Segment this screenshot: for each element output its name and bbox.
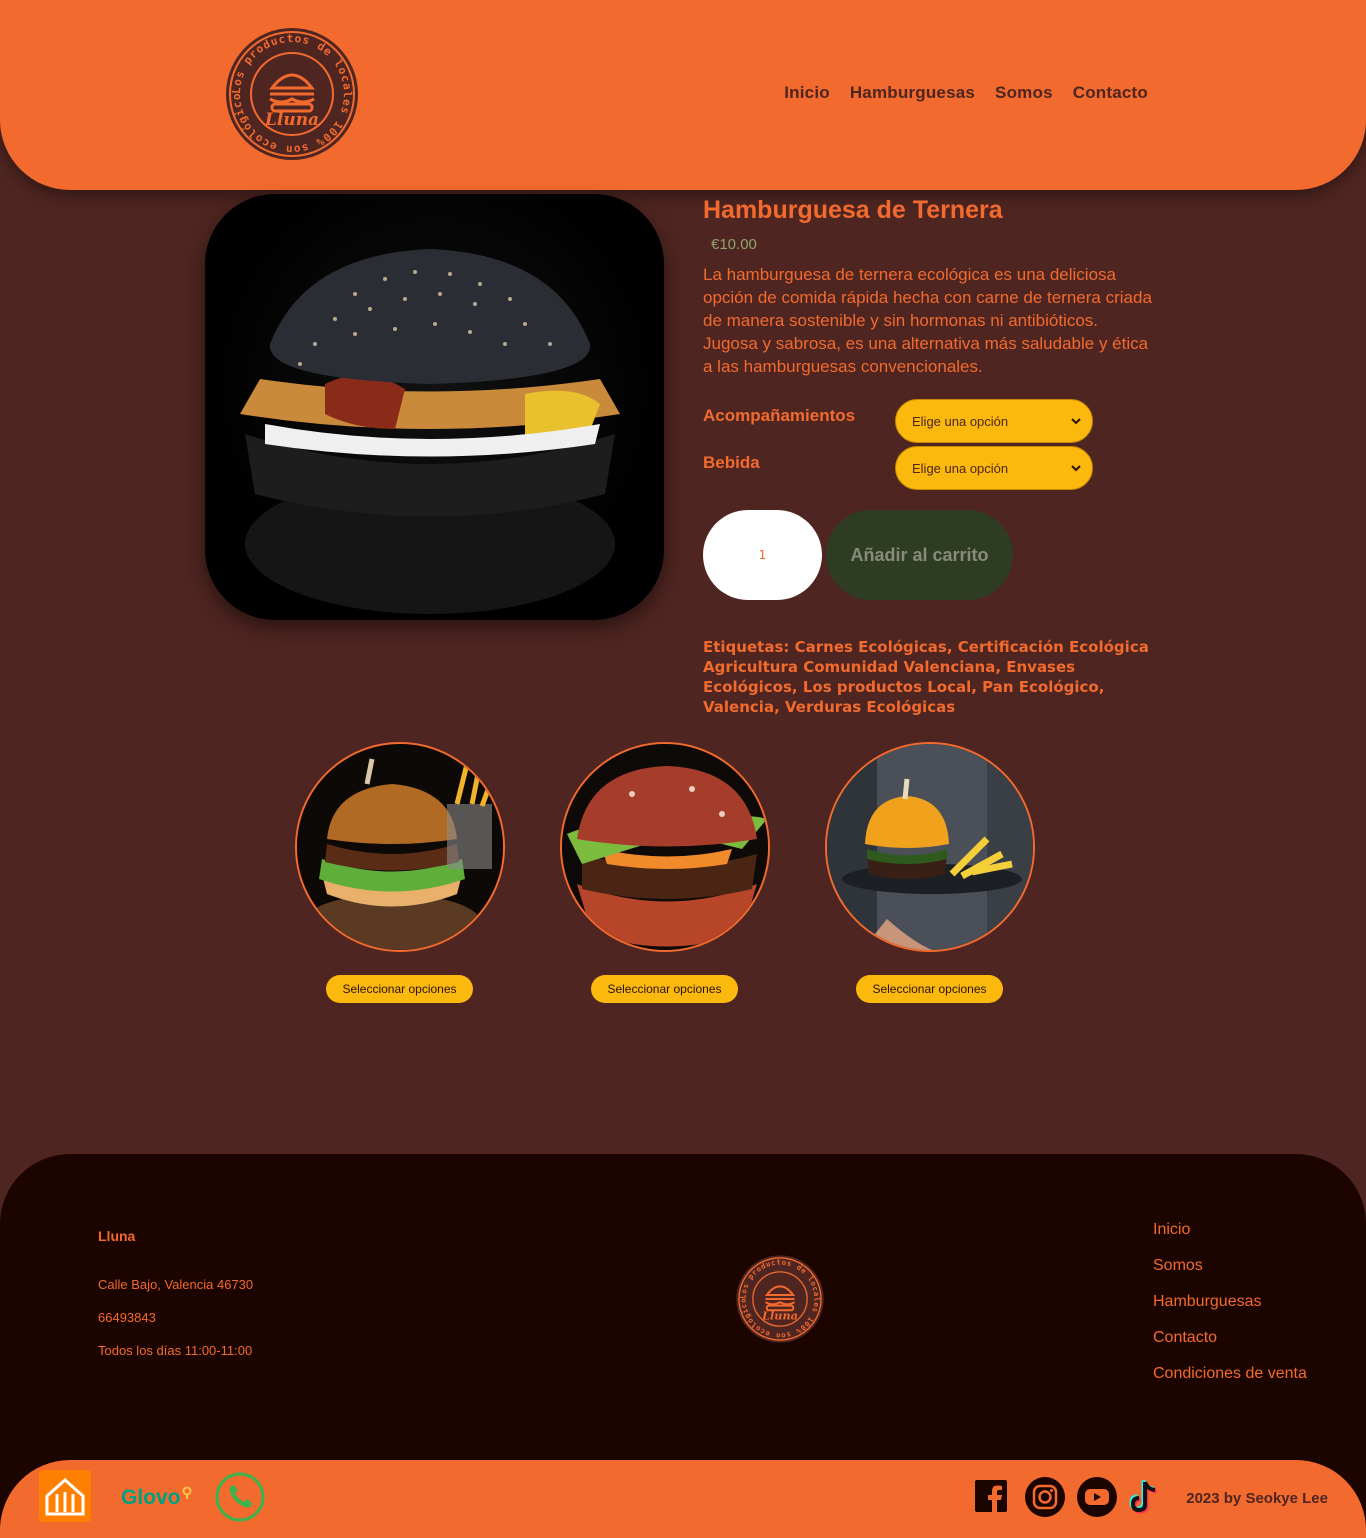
youtube-icon[interactable] bbox=[1076, 1476, 1118, 1518]
footer-address: Calle Bajo, Valencia 46730 bbox=[98, 1277, 254, 1292]
product-image[interactable] bbox=[205, 194, 664, 620]
phone-icon[interactable] bbox=[215, 1472, 265, 1522]
related-product-image-2[interactable] bbox=[560, 742, 770, 952]
main-nav: Inicio Hamburguesas Somos Contacto bbox=[784, 83, 1148, 103]
logo-text: Lluna bbox=[264, 110, 319, 130]
facebook-icon[interactable] bbox=[975, 1480, 1007, 1512]
glovo-text: Glovo bbox=[121, 1486, 181, 1509]
quantity-input[interactable]: 1 bbox=[703, 510, 822, 600]
footer-links: Inicio Somos Hamburguesas Contacto Condi… bbox=[1153, 1220, 1307, 1384]
tag-link[interactable]: Verduras Ecológicas bbox=[785, 698, 955, 716]
instagram-icon[interactable] bbox=[1024, 1476, 1066, 1518]
chevron-down-icon bbox=[1071, 418, 1081, 425]
footer-logo-text: Lluna bbox=[761, 1309, 798, 1323]
bottom-bar bbox=[0, 1460, 1366, 1538]
footer-link-condiciones[interactable]: Condiciones de venta bbox=[1153, 1364, 1307, 1384]
tiktok-icon[interactable] bbox=[1127, 1478, 1161, 1516]
option-label-bebida: Bebida bbox=[703, 453, 760, 472]
related-product-image-3[interactable] bbox=[825, 742, 1035, 952]
tag-link[interactable]: Los productos Local bbox=[803, 678, 971, 696]
nav-hamburguesas[interactable]: Hamburguesas bbox=[850, 83, 975, 103]
select-acompanamientos[interactable]: Elige una opción bbox=[895, 399, 1093, 443]
glovo-pin-icon bbox=[182, 1486, 192, 1499]
footer-hours: Todos los días 11:00-11:00 bbox=[98, 1343, 253, 1358]
product-description: La hamburguesa de ternera ecológica es u… bbox=[703, 265, 1152, 376]
product-tags: Etiquetas: Carnes Ecológicas, Certificac… bbox=[703, 638, 1149, 716]
lluna-logo[interactable]: Los productos de locales 100% son ecológ… bbox=[224, 26, 360, 162]
glovo-link[interactable]: Glovo bbox=[121, 1486, 192, 1510]
footer-link-hamburguesas[interactable]: Hamburguesas bbox=[1153, 1292, 1307, 1312]
footer-brand: Lluna bbox=[98, 1228, 136, 1244]
option-label-acompanamientos: Acompañamientos bbox=[703, 406, 856, 425]
site-header: Los productos de locales 100% son ecológ… bbox=[0, 0, 1366, 190]
footer-link-somos[interactable]: Somos bbox=[1153, 1256, 1307, 1276]
tag-link[interactable]: Pan Ecológico bbox=[982, 678, 1099, 696]
select-bebida[interactable]: Elige una opción bbox=[895, 446, 1093, 490]
footer-logo[interactable]: Los productos de locales 100% son ecológ… bbox=[735, 1254, 825, 1344]
select-options-button[interactable]: Seleccionar opciones bbox=[856, 975, 1003, 1003]
select-options-button[interactable]: Seleccionar opciones bbox=[326, 975, 473, 1003]
chevron-down-icon bbox=[1071, 465, 1081, 472]
footer-link-inicio[interactable]: Inicio bbox=[1153, 1220, 1307, 1240]
nav-contacto[interactable]: Contacto bbox=[1073, 83, 1148, 103]
nav-somos[interactable]: Somos bbox=[995, 83, 1053, 103]
product-title: Hamburguesa de Ternera bbox=[703, 196, 1003, 224]
select-options-button[interactable]: Seleccionar opciones bbox=[591, 975, 738, 1003]
select-bebida-value: Elige una opción bbox=[912, 460, 1009, 476]
tag-link[interactable]: Carnes Ecológicas bbox=[795, 638, 947, 656]
just-eat-icon[interactable] bbox=[39, 1470, 91, 1522]
tags-label: Etiquetas: bbox=[703, 638, 790, 656]
footer-phone: 66493843 bbox=[98, 1310, 156, 1325]
copyright: 2023 by Seokye Lee bbox=[1186, 1490, 1328, 1507]
tag-link[interactable]: Valencia bbox=[703, 698, 774, 716]
select-acompanamientos-value: Elige una opción bbox=[912, 413, 1009, 429]
product-price: €10.00 bbox=[711, 236, 757, 253]
add-to-cart-button[interactable]: Añadir al carrito bbox=[826, 510, 1013, 600]
related-product-image-1[interactable] bbox=[295, 742, 505, 952]
nav-inicio[interactable]: Inicio bbox=[784, 83, 830, 103]
footer-link-contacto[interactable]: Contacto bbox=[1153, 1328, 1307, 1348]
